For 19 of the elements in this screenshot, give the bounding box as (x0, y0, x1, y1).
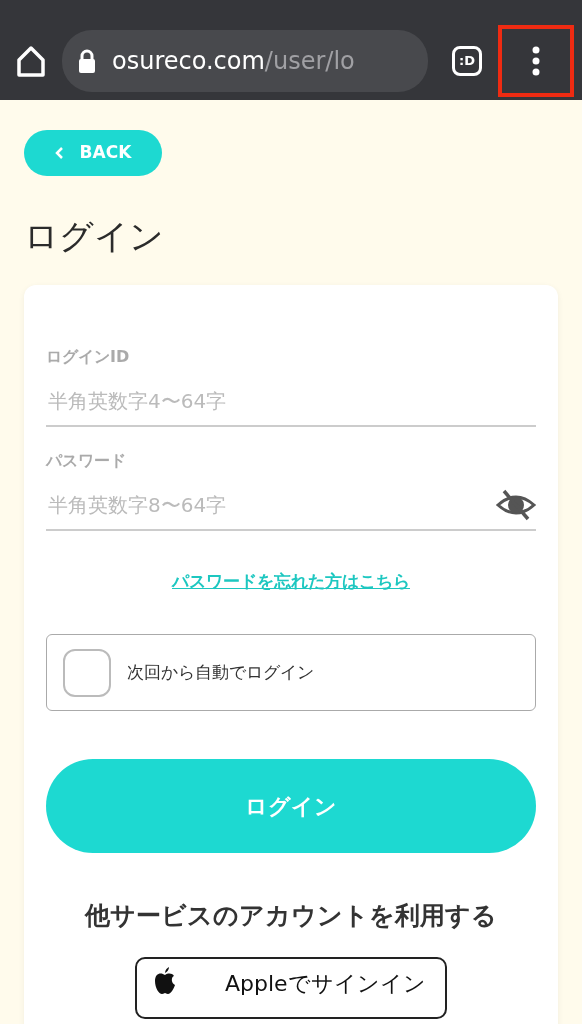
menu-button[interactable] (498, 25, 574, 97)
url-text: osureco.com/user/lo (112, 46, 355, 77)
input-field[interactable]: 半角英数字4〜64字 (46, 384, 536, 417)
field-label: パスワード (46, 449, 127, 472)
home-icon[interactable] (16, 45, 46, 77)
apple-icon (153, 966, 177, 995)
apple-sign-in-button[interactable]: Appleでサインイン (135, 956, 447, 1019)
tab-switcher-button[interactable]: :D (452, 46, 482, 76)
checkbox[interactable] (63, 648, 111, 697)
section-heading: 他サービスのアカウントを利用する (83, 900, 498, 933)
page-title: ログイン (24, 216, 165, 257)
lock-icon (78, 49, 96, 73)
eye-slash-icon[interactable] (496, 488, 536, 521)
more-vertical-icon (531, 46, 541, 76)
checkbox-label: 次回から自動でログイン (127, 661, 314, 685)
input-field[interactable]: 半角英数字8〜64字 (46, 488, 496, 521)
chevron-left-icon (54, 146, 64, 160)
address-bar[interactable]: osureco.com/user/lo (62, 30, 428, 92)
field-label: ログインID (46, 345, 131, 368)
